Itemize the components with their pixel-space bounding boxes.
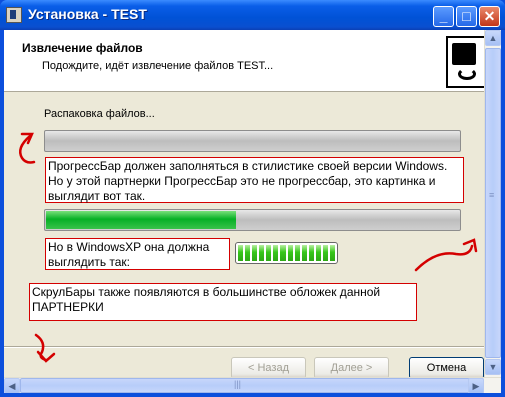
installer-window: Установка - TEST _ □ ✕ Извлечение файлов… bbox=[0, 0, 505, 397]
red-arrow-annotations bbox=[19, 132, 478, 363]
